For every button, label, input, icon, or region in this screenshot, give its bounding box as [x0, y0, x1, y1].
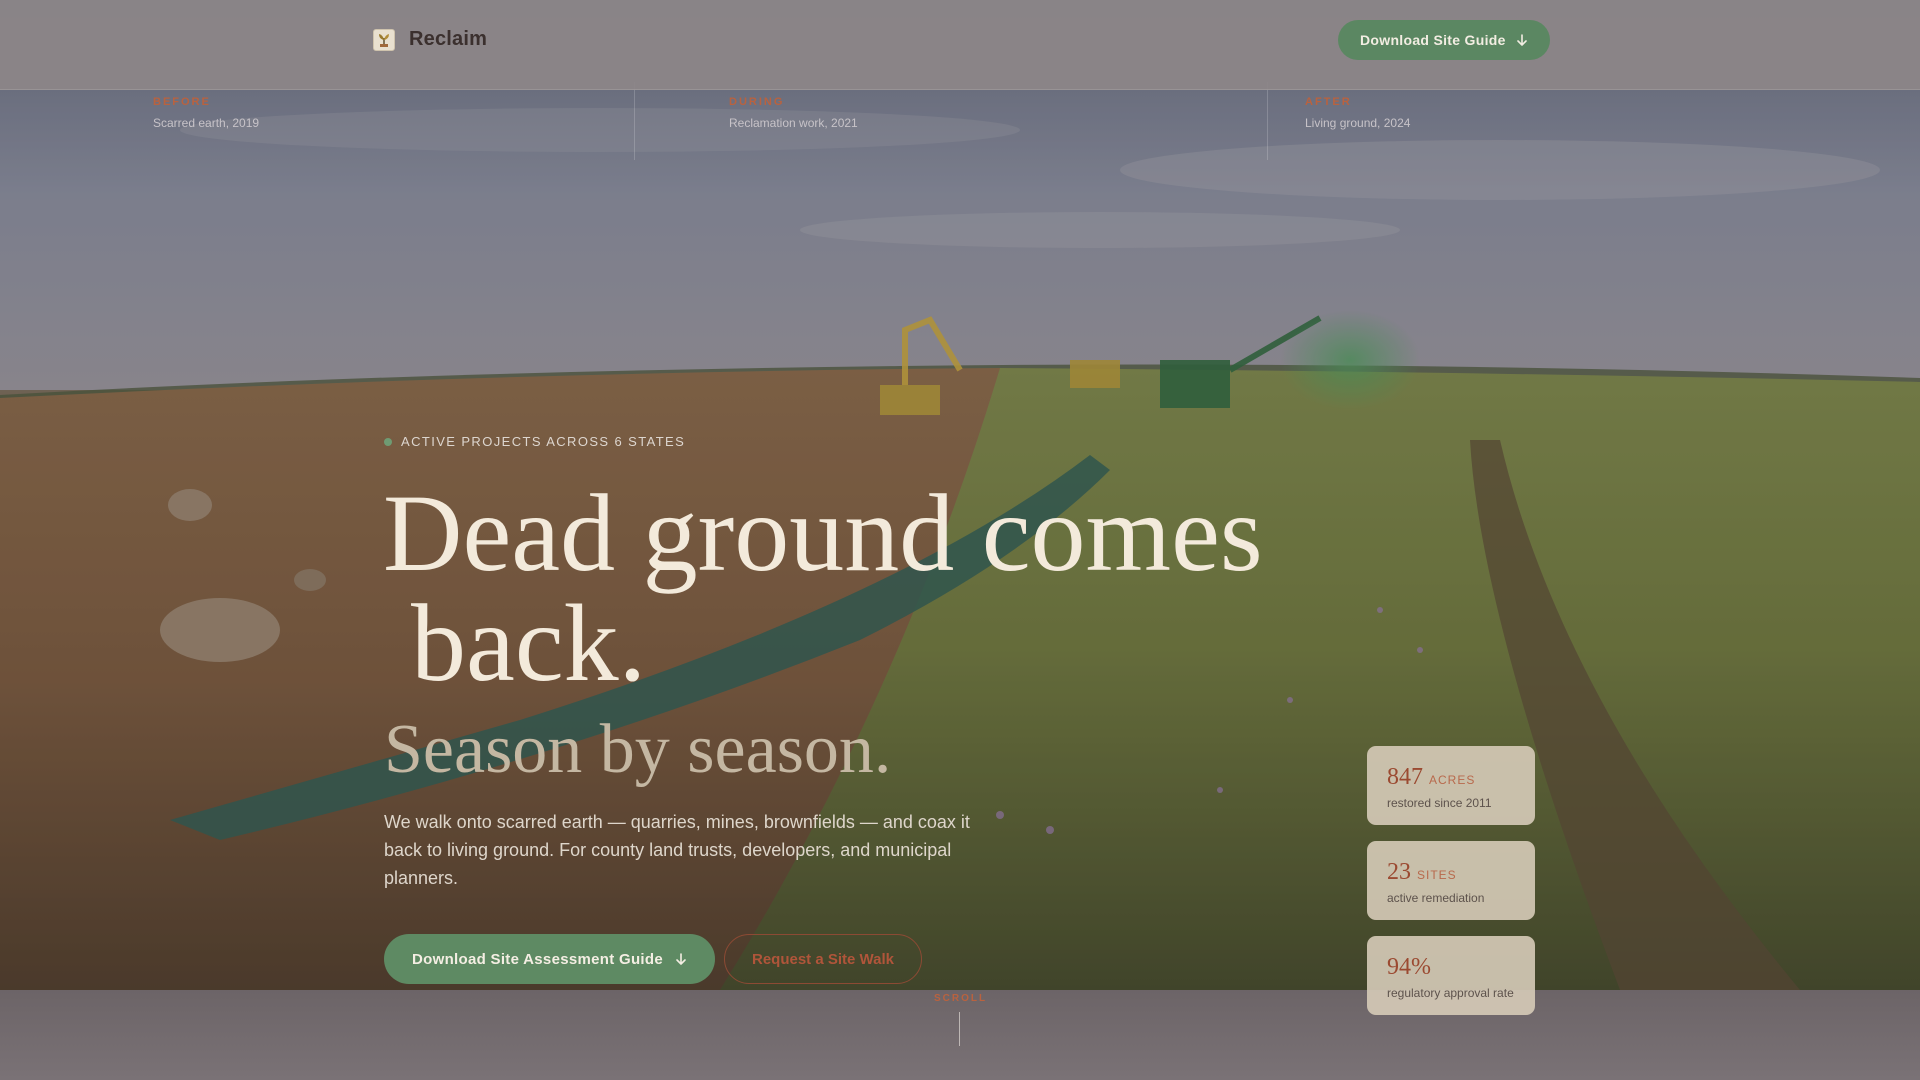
projects-eyebrow: ACTIVE PROJECTS ACROSS 6 STATES [384, 434, 685, 449]
hero-headline: Dead ground comes back. [383, 478, 1323, 698]
nav-cta-label: Download Site Guide [1360, 32, 1506, 48]
headline-line-1: Dead ground comes [383, 472, 1263, 594]
primary-cta-label: Download Site Assessment Guide [412, 950, 663, 968]
stat-unit: ACRES [1429, 773, 1476, 787]
eyebrow-text: ACTIVE PROJECTS ACROSS 6 STATES [401, 434, 686, 449]
timeline-divider [634, 82, 635, 160]
brand-name: Reclaim [409, 28, 488, 50]
download-assessment-guide-button[interactable]: Download Site Assessment Guide [384, 934, 715, 984]
request-site-walk-button[interactable]: Request a Site Walk [724, 934, 922, 984]
brand-logo-link[interactable]: Reclaim [373, 28, 487, 51]
stat-caption: restored since 2011 [1387, 796, 1492, 810]
stat-caption: regulatory approval rate [1387, 986, 1514, 1000]
arrow-down-icon [676, 952, 686, 965]
stage-label: DURING [729, 96, 785, 108]
arrow-down-icon [1516, 33, 1527, 46]
timeline-divider [1267, 82, 1268, 160]
stat-card-sites: 23 SITES active remediation [1367, 841, 1535, 920]
download-site-guide-button[interactable]: Download Site Guide [1338, 20, 1550, 60]
stage-description: Scarred earth, 2019 [153, 116, 260, 130]
timeline-stage-after: AFTER Living ground, 2024 [1305, 96, 1410, 130]
stat-value: 23 [1387, 859, 1411, 885]
stage-label: AFTER [1305, 96, 1352, 108]
status-dot-icon [384, 437, 392, 446]
headline-line-2: back. [411, 582, 647, 704]
stat-card-acres: 847 ACRES restored since 2011 [1367, 746, 1535, 825]
stage-label: BEFORE [153, 96, 211, 108]
scroll-indicator[interactable]: SCROLL [934, 993, 988, 1046]
stage-description: Living ground, 2024 [1305, 116, 1411, 130]
stat-value: 94% [1387, 954, 1431, 980]
scroll-line [958, 1012, 960, 1046]
hero-subhead: Season by season. [384, 711, 892, 788]
top-navigation-bar: Reclaim Download Site Guide [0, 0, 1920, 90]
secondary-cta-label: Request a Site Walk [752, 950, 894, 968]
stage-description: Reclamation work, 2021 [729, 116, 858, 130]
stat-card-approval: 94% regulatory approval rate [1367, 936, 1535, 1015]
timeline-stage-before: BEFORE Scarred earth, 2019 [153, 96, 259, 130]
sprout-logo-icon [373, 28, 395, 51]
stat-caption: active remediation [1387, 891, 1485, 905]
stat-unit: SITES [1417, 868, 1457, 882]
hero-description: We walk onto scarred earth — quarries, m… [384, 812, 970, 888]
stat-value: 847 [1387, 764, 1423, 790]
timeline-stage-during: DURING Reclamation work, 2021 [729, 96, 858, 130]
scroll-label: SCROLL [934, 993, 988, 1004]
